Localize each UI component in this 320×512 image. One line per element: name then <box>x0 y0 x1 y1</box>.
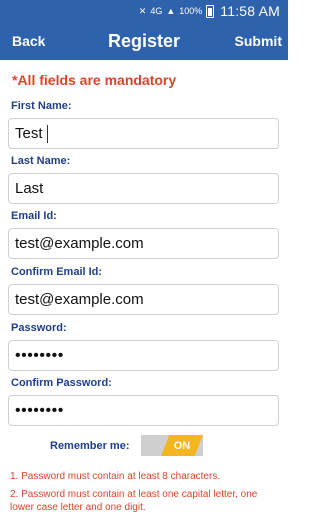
app-bar: Back Register Submit <box>0 22 288 60</box>
password-value: •••••••• <box>15 346 64 364</box>
submit-button[interactable]: Submit <box>235 33 282 49</box>
first-name-field[interactable]: Test <box>8 118 279 149</box>
last-name-field[interactable]: Last <box>8 173 279 204</box>
remember-me-label: Remember me: <box>50 440 130 452</box>
signal-icon: ▲ <box>166 5 176 16</box>
battery-icon <box>206 4 215 18</box>
confirm-password-label: Confirm Password: <box>11 377 112 389</box>
confirm-email-value: test@example.com <box>15 291 144 308</box>
first-name-value: Test <box>15 125 43 142</box>
battery-percent: 100% <box>179 5 203 16</box>
confirm-password-value: •••••••• <box>15 401 64 419</box>
clock: 11:58 AM <box>220 3 280 19</box>
password-field[interactable]: •••••••• <box>8 340 279 371</box>
password-rule-1: 1. Password must contain at least 8 char… <box>10 471 221 482</box>
confirm-email-field[interactable]: test@example.com <box>8 284 279 315</box>
mandatory-notice: *All fields are mandatory <box>12 72 177 88</box>
password-rule-2: 2. Password must contain at least one ca… <box>10 489 258 512</box>
password-label: Password: <box>11 322 67 334</box>
last-name-label: Last Name: <box>11 155 71 167</box>
first-name-label: First Name: <box>11 100 72 112</box>
network-type: 4G <box>150 5 163 16</box>
mute-icon: ✕ <box>138 5 147 16</box>
status-bar: ✕ 4G ▲ 100% 11:58 AM <box>0 0 288 22</box>
confirm-password-field[interactable]: •••••••• <box>8 395 279 426</box>
back-button[interactable]: Back <box>12 33 45 49</box>
status-icons: ✕ 4G ▲ 100% <box>138 4 215 18</box>
email-label: Email Id: <box>11 210 57 222</box>
text-cursor <box>46 124 48 143</box>
email-field[interactable]: test@example.com <box>8 228 279 259</box>
last-name-value: Last <box>15 180 44 197</box>
email-value: test@example.com <box>15 235 144 252</box>
remember-me-toggle[interactable]: ON <box>141 435 203 456</box>
confirm-email-label: Confirm Email Id: <box>11 266 103 278</box>
